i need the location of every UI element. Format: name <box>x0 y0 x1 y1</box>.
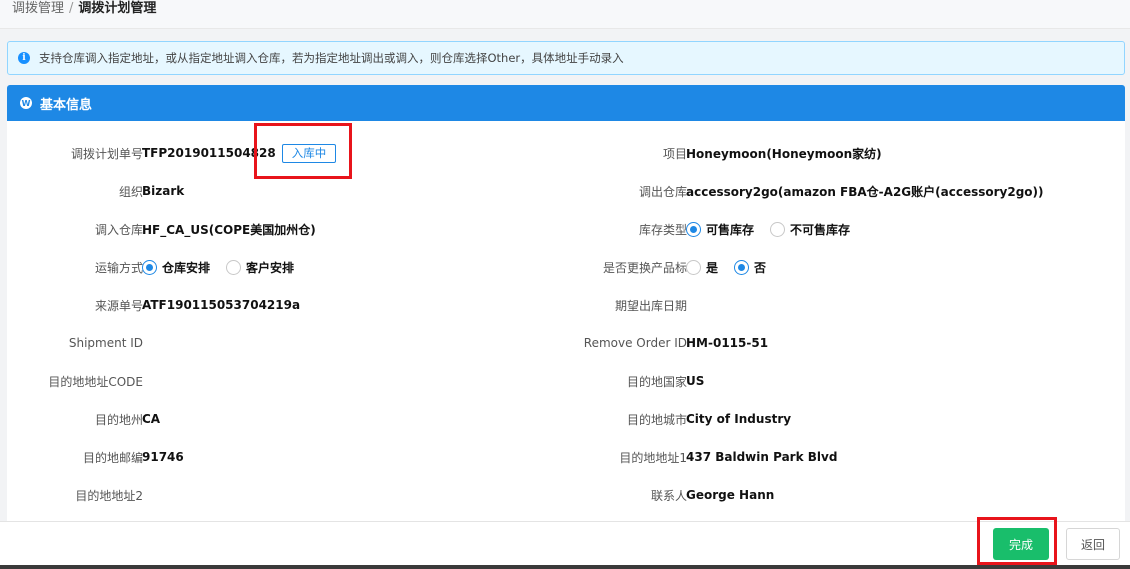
out-warehouse-label: 调出仓库 <box>638 184 687 199</box>
wordpress-icon: W <box>20 97 32 109</box>
info-icon: i <box>18 52 30 64</box>
stock-type-sellable-radio[interactable]: 可售库存 <box>686 221 754 238</box>
contact-value: George Hann <box>686 488 775 502</box>
radio-label: 不可售库存 <box>790 222 851 237</box>
panel-title: 基本信息 <box>40 97 93 113</box>
highlight-box-done <box>977 517 1057 565</box>
form-row: 调入仓库 HF_CA_US(COPE美国加州仓) 库存类型 可售库存 不可售库存 <box>7 219 1125 239</box>
notice-text: 支持仓库调入指定地址，或从指定地址调入仓库，若为指定地址调出或调入，则仓库选择O… <box>39 51 624 65</box>
form-row: 目的地地址2 联系人 George Hann <box>7 485 1125 505</box>
stock-type-radio-group: 可售库存 不可售库存 <box>686 219 866 239</box>
dest-zip-label: 目的地邮编 <box>82 450 143 465</box>
source-no-label: 来源单号 <box>94 298 143 313</box>
form-row: 调拨计划单号 TFP2019011504828 入库中 项目 Honeymoon… <box>7 143 1125 163</box>
dest-code-label: 目的地地址CODE <box>48 374 143 389</box>
breadcrumb-parent[interactable]: 调拨管理 <box>12 1 64 17</box>
form-row: 来源单号 ATF190115053704219a 期望出库日期 <box>7 295 1125 315</box>
form-row: Shipment ID Remove Order ID HM-0115-51 <box>7 333 1125 353</box>
out-warehouse-value: accessory2go(amazon FBA仓-A2G账户(accessory… <box>686 184 1044 199</box>
replace-label-no-radio[interactable]: 否 <box>734 259 766 276</box>
stock-type-unsellable-radio[interactable]: 不可售库存 <box>770 221 850 238</box>
dest-country-value: US <box>686 374 705 388</box>
back-button[interactable]: 返回 <box>1066 528 1120 560</box>
notice-banner: i 支持仓库调入指定地址，或从指定地址调入仓库，若为指定地址调出或调入，则仓库选… <box>7 41 1125 75</box>
form-row: 目的地州 CA 目的地城市 City of Industry <box>7 409 1125 429</box>
form-row: 组织 Bizark 调出仓库 accessory2go(amazon FBA仓-… <box>7 181 1125 201</box>
transport-warehouse-radio[interactable]: 仓库安排 <box>142 259 210 276</box>
in-warehouse-value: HF_CA_US(COPE美国加州仓) <box>142 222 316 237</box>
dest-addr2-label: 目的地地址2 <box>75 488 143 503</box>
dest-zip-value: 91746 <box>142 450 184 464</box>
highlight-box-status <box>254 123 352 179</box>
dest-state-label: 目的地州 <box>94 412 143 427</box>
radio-label: 是 <box>706 260 719 275</box>
radio-unchecked-icon[interactable] <box>770 221 786 237</box>
form-row: 目的地地址CODE 目的地国家 US <box>7 371 1125 391</box>
radio-label: 客户安排 <box>246 260 295 275</box>
transport-radio-group: 仓库安排 客户安排 <box>142 257 310 277</box>
radio-unchecked-icon[interactable] <box>226 259 242 275</box>
remove-order-id-value: HM-0115-51 <box>686 336 769 350</box>
plan-no-label: 调拨计划单号 <box>70 146 143 161</box>
form-row: 目的地邮编 91746 目的地地址1 437 Baldwin Park Blvd <box>7 447 1125 467</box>
source-no-value: ATF190115053704219a <box>142 298 301 312</box>
org-label: 组织 <box>118 184 143 199</box>
breadcrumb: 调拨管理 / 调拨计划管理 <box>0 0 1130 29</box>
project-value: Honeymoon(Honeymoon家纺) <box>686 146 882 161</box>
expected-date-label: 期望出库日期 <box>614 298 687 313</box>
radio-label: 仓库安排 <box>162 260 211 275</box>
breadcrumb-separator: / <box>69 1 74 16</box>
stock-type-label: 库存类型 <box>638 222 687 237</box>
remove-order-id-label: Remove Order ID <box>583 336 687 350</box>
transport-label: 运输方式 <box>94 260 143 275</box>
radio-unchecked-icon[interactable] <box>686 259 701 275</box>
basic-info-form: 调拨计划单号 TFP2019011504828 入库中 项目 Honeymoon… <box>7 121 1125 521</box>
radio-checked-icon[interactable] <box>142 259 157 275</box>
contact-label: 联系人 <box>650 488 687 503</box>
dest-addr1-value: 437 Baldwin Park Blvd <box>686 450 838 464</box>
in-warehouse-label: 调入仓库 <box>94 222 143 237</box>
replace-label-label: 是否更换产品标 <box>602 260 687 275</box>
org-value: Bizark <box>142 184 185 198</box>
dest-addr1-label: 目的地地址1 <box>619 450 687 465</box>
radio-checked-icon[interactable] <box>686 221 701 237</box>
shipment-id-label: Shipment ID <box>68 336 143 350</box>
dest-state-value: CA <box>142 412 161 426</box>
replace-label-radio-group: 是 否 <box>686 257 782 277</box>
dest-city-value: City of Industry <box>686 412 792 426</box>
radio-label: 可售库存 <box>706 222 755 237</box>
replace-label-yes-radio[interactable]: 是 <box>686 259 718 276</box>
form-row: 运输方式 仓库安排 客户安排 是否更换产品标 是 否 <box>7 257 1125 277</box>
project-label: 项目 <box>662 146 687 161</box>
radio-label: 否 <box>754 260 767 275</box>
dest-city-label: 目的地城市 <box>626 412 687 427</box>
breadcrumb-current: 调拨计划管理 <box>78 1 157 16</box>
footer-bar: 完成 返回 <box>0 521 1130 565</box>
radio-checked-icon[interactable] <box>734 259 750 275</box>
dest-country-label: 目的地国家 <box>626 374 687 389</box>
transport-customer-radio[interactable]: 客户安排 <box>226 259 294 276</box>
taskbar-strip <box>0 565 1130 569</box>
content-area: i 支持仓库调入指定地址，或从指定地址调入仓库，若为指定地址调出或调入，则仓库选… <box>0 29 1130 521</box>
panel-header: W 基本信息 <box>7 85 1125 121</box>
